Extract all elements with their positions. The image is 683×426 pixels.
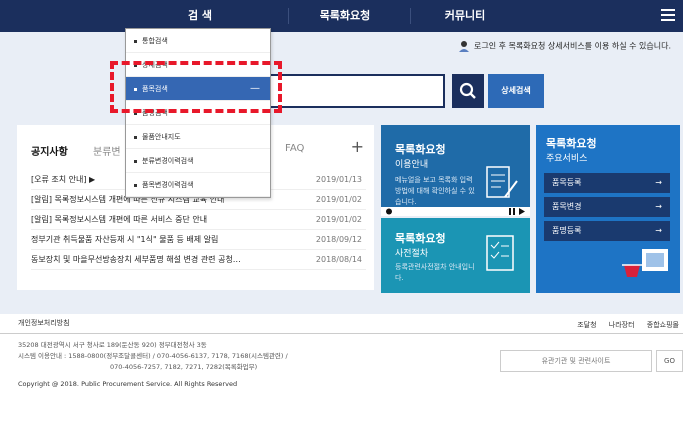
guide-card[interactable]: 목록화요청 이용안내 메뉴얼을 보고 목록화 입력방법에 대해 확인하실 수 있… [381,125,530,215]
tab-notice[interactable]: 공지사항 [31,143,91,158]
product-change-button[interactable]: 품목변경 → [544,197,670,217]
footer-link-naratrade[interactable]: 나라장터 [609,321,635,329]
footer-link-pps[interactable]: 조달청 [577,321,596,329]
search-button[interactable] [452,74,484,108]
hamburger-menu-icon[interactable] [661,9,675,21]
detail-search-button[interactable]: 상세검색 [488,74,544,108]
nav-divider [288,8,289,24]
media-control-strip [381,207,530,216]
more-plus-icon[interactable]: + [351,137,364,156]
privacy-link[interactable]: 개인정보처리방침 [18,318,70,328]
dropdown-item-map[interactable]: 물품안내지도 [126,125,270,149]
go-button[interactable]: GO [656,350,683,372]
list-item[interactable]: [알림] 목록정보시스템 개편에 따른 서비스 중단 안내 2019/01/02 [31,210,366,230]
nav-community[interactable]: 커뮤니티 [410,0,520,32]
product-register-button[interactable]: 품목등록 → [544,173,670,193]
media-controls-icon [386,208,525,215]
footer-links: 조달청 나라장터 종합쇼핑몰 [567,320,679,330]
product-name-register-button[interactable]: 품명등록 → [544,221,670,241]
list-item[interactable]: 동보장치 및 마을무선방송장치 세부품명 해설 변경 관련 공청… 2018/0… [31,250,366,270]
search-type-dropdown: 통합검색 상세검색 품목검색 — 품명검색 물품안내지도 분류변경이력검색 품목변… [125,28,271,198]
dropdown-item-integrated[interactable]: 통합검색 [126,29,270,53]
user-icon [458,40,470,52]
dropdown-item-class-history[interactable]: 분류변경이력검색 [126,149,270,173]
related-sites-select[interactable]: 유관기관 및 관련사이트 [500,350,652,372]
login-message: 로그인 후 목록화요청 상세서비스를 이용 하실 수 있습니다. [458,40,671,52]
shopping-basket-icon [622,249,668,277]
footer-divider [0,333,683,334]
procedure-card[interactable]: 목록화요청 사전절차 등록관련사전절차 안내입니다. [381,218,530,293]
tab-faq[interactable]: FAQ [285,143,304,154]
highlight-box [110,61,282,113]
services-card: 목록화요청 주요서비스 품목등록 → 품목변경 → 품명등록 → [536,125,680,293]
copyright: Copyright @ 2018. Public Procurement Ser… [18,380,238,388]
list-item[interactable]: 정부기관 취득물품 자산등재 시 "1식" 물품 등 배제 알림 2018/09… [31,230,366,250]
dropdown-item-product-history[interactable]: 품목변경이력검색 [126,173,270,197]
checklist-icon [486,235,514,271]
search-icon [459,82,476,99]
footer-address: 35208 대전광역시 서구 청사로 189(둔산동 920) 정부대전청사 3… [18,341,288,371]
nav-catalog-request[interactable]: 목록화요청 [290,0,400,32]
document-pen-icon [486,166,518,198]
footer-link-shopping[interactable]: 종합쇼핑몰 [647,321,679,329]
top-nav: 검 색 목록화요청 커뮤니티 [0,0,683,32]
footer: 개인정보처리방침 조달청 나라장터 종합쇼핑몰 35208 대전광역시 서구 청… [0,314,683,426]
